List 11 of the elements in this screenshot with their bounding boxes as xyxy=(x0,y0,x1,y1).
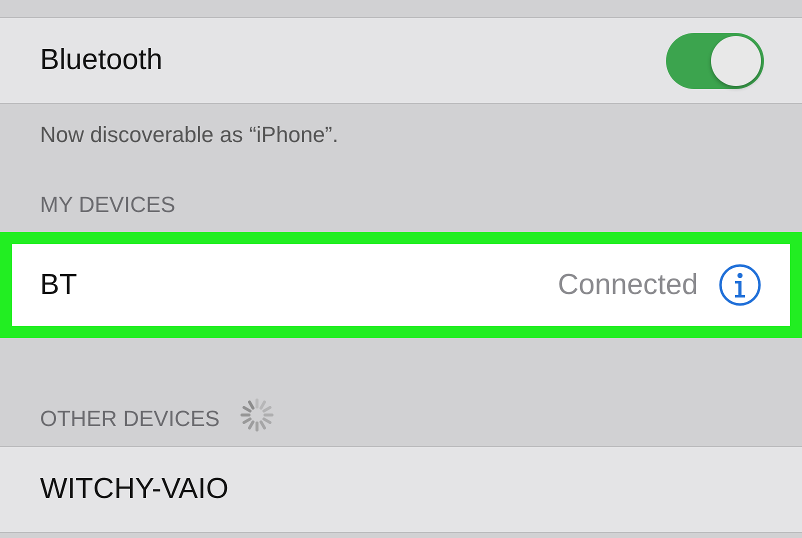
device-row[interactable]: WITCHY-VAIO xyxy=(0,447,802,533)
section-header: OTHER DEVICES xyxy=(40,406,220,432)
section-header: MY DEVICES xyxy=(40,192,176,218)
info-icon[interactable] xyxy=(718,263,762,307)
bluetooth-label: Bluetooth xyxy=(40,44,164,77)
device-name: BT xyxy=(40,268,78,302)
device-name: WITCHY-VAIO xyxy=(40,473,230,506)
device-status: Connected xyxy=(558,268,698,302)
device-row[interactable]: BT Connected xyxy=(12,244,790,326)
discoverable-note: Now discoverable as “iPhone”. xyxy=(39,121,340,149)
bluetooth-toggle[interactable] xyxy=(666,32,764,88)
